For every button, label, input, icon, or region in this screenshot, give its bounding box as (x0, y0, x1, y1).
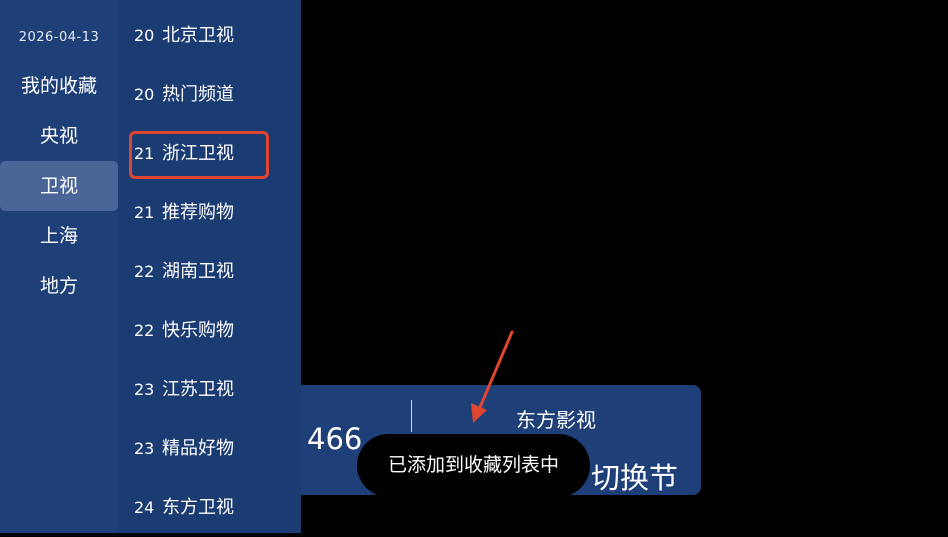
annotation-arrow-icon (471, 330, 514, 423)
